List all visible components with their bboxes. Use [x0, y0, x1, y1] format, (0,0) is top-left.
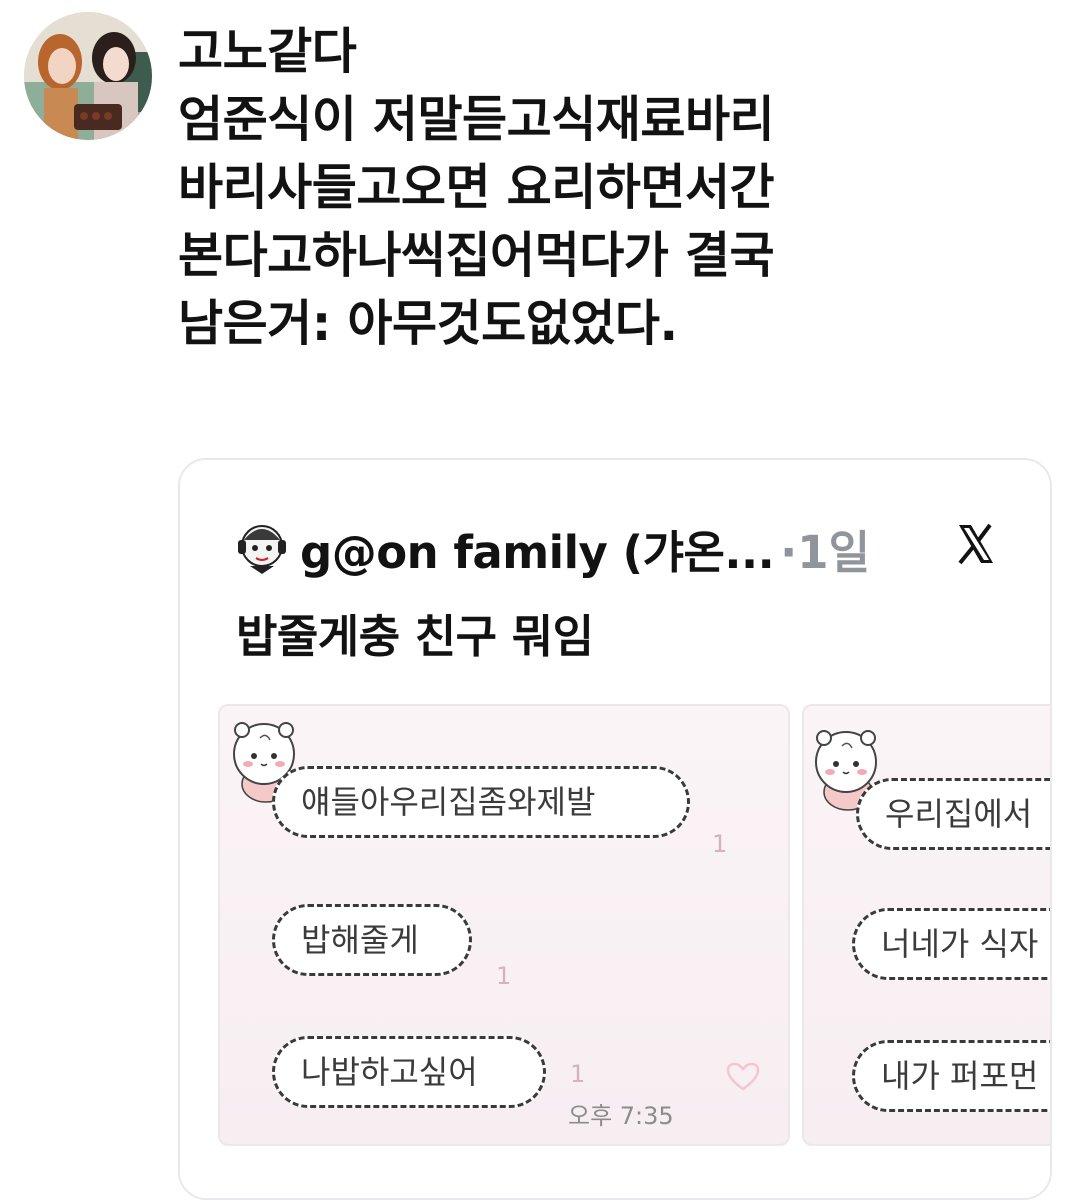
- post-text-line: 본다고하나씩집어먹다가 결국: [178, 227, 775, 284]
- read-count: 1: [712, 830, 728, 858]
- chat-bubble: 밥해줄게: [272, 904, 472, 976]
- post-text-line: 바리사들고오면 요리하면서간: [178, 159, 775, 216]
- post-text: 고노같다 엄준식이 저말듣고식재료바리 바리사들고오면 요리하면서간 본다고하나…: [178, 18, 1058, 358]
- chat-bubble: 우리집에서: [856, 778, 1050, 850]
- media-image-chat-left[interactable]: 얘들아우리집좀와제발 1 밥해줄게 1 나밥하고싶어 1 오후 7:35: [218, 704, 790, 1146]
- chat-bubble: 얘들아우리집좀와제발: [272, 766, 690, 838]
- chat-bubble: 너네가 식자: [852, 908, 1050, 980]
- quoted-post-text: 밥줄게충 친구 뭐임: [236, 610, 594, 663]
- read-count: 1: [570, 1060, 586, 1088]
- post-text-line: 남은거: 아무것도없었다.: [178, 295, 678, 352]
- post-text-line: 고노같다: [178, 23, 357, 80]
- read-count: 1: [496, 962, 512, 990]
- chat-bubble: 내가 퍼포먼: [852, 1040, 1050, 1112]
- message-timestamp: 오후 7:35: [568, 1102, 674, 1130]
- post-text-line: 엄준식이 저말듣고식재료바리: [178, 91, 775, 148]
- heart-icon: [726, 1062, 760, 1091]
- chat-bubble: 나밥하고싶어: [272, 1036, 546, 1108]
- x-logo-icon: [956, 522, 996, 566]
- quoted-post-header: g@on family (갸온... ·1일: [232, 516, 870, 580]
- quoted-post-time: ·1일: [780, 525, 870, 579]
- quoted-author-name[interactable]: g@on family (갸온...: [300, 516, 775, 581]
- quoted-post-card[interactable]: g@on family (갸온... ·1일 밥줄게충 친구 뭐임 얘들아우리집…: [178, 458, 1052, 1200]
- poster-avatar[interactable]: [24, 12, 152, 140]
- media-image-chat-right[interactable]: 우리집에서 너네가 식자 내가 퍼포먼: [802, 704, 1050, 1146]
- quoted-author-avatar[interactable]: [232, 518, 292, 578]
